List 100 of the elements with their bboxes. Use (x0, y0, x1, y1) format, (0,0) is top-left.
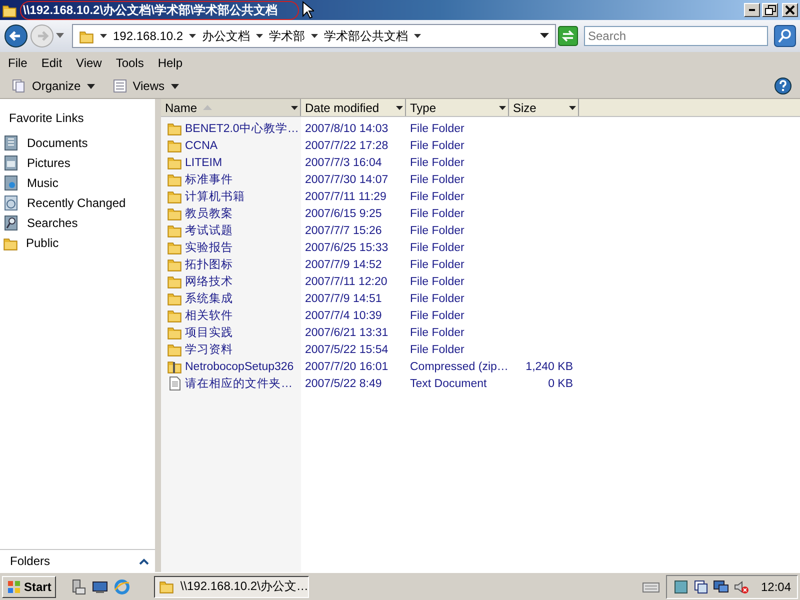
server-manager-icon[interactable] (70, 578, 86, 594)
dropdown-arrow-icon[interactable] (499, 106, 506, 110)
search-icon[interactable] (774, 25, 796, 47)
clock: 12:04 (760, 580, 791, 594)
file-name[interactable]: 计算机书籍 (185, 189, 245, 204)
sidebar-item[interactable]: Searches (0, 213, 155, 233)
network-icon[interactable] (712, 578, 729, 594)
file-name[interactable]: 系统集成 (185, 291, 233, 306)
folder-icon (159, 579, 174, 594)
date-cell: 2007/5/22 8:49 (305, 378, 382, 390)
breadcrumb-item[interactable]: 办公文档 (202, 28, 250, 44)
file-name[interactable]: 学习资料 (185, 342, 233, 357)
dropdown-arrow-icon[interactable] (256, 34, 264, 38)
column-header[interactable]: Date modified (301, 99, 406, 116)
folder-icon (167, 138, 182, 153)
dropdown-arrow-icon[interactable] (189, 34, 196, 38)
sidebar-item[interactable]: Music (0, 173, 155, 193)
keyboard-icon[interactable] (642, 580, 660, 594)
breadcrumb-item[interactable]: 学术部 (269, 28, 306, 44)
menu-item[interactable]: Edit (41, 56, 62, 70)
column-header[interactable]: Name (161, 99, 301, 116)
refresh-icon[interactable] (558, 26, 578, 46)
minimize-button[interactable] (744, 3, 760, 17)
address-bar[interactable]: 192.168.10.2 办公文档 学术部 学术部公共文档 (72, 24, 556, 48)
file-name[interactable]: 教员教案 (185, 206, 233, 221)
dropdown-arrow-icon[interactable] (396, 106, 403, 110)
dropdown-arrow-icon[interactable] (414, 34, 422, 38)
dropdown-arrow-icon[interactable] (100, 34, 107, 38)
file-name[interactable]: 标准事件 (185, 172, 233, 187)
file-name[interactable]: LITEIM (185, 156, 222, 168)
folder-icon (167, 206, 182, 221)
help-icon[interactable] (774, 77, 792, 95)
breadcrumb-item[interactable]: 学术部公共文档 (324, 28, 408, 44)
mouse-cursor-icon (302, 1, 314, 19)
speaker-muted-icon[interactable] (732, 578, 749, 594)
size-cell: 0 KB (548, 378, 573, 390)
organize-button[interactable]: Organize (8, 79, 99, 93)
dropdown-arrow-icon[interactable] (311, 34, 318, 38)
folder-icon (167, 342, 182, 357)
menu-item[interactable]: View (76, 56, 102, 70)
picture-icon (3, 155, 19, 171)
clock-page-icon (3, 195, 19, 211)
document-icon (3, 135, 19, 151)
file-name[interactable]: 项目实践 (185, 325, 233, 340)
file-name[interactable]: 考试试题 (185, 223, 233, 238)
sidebar-item[interactable]: Recently Changed (0, 193, 155, 213)
menu-item[interactable]: Tools (116, 56, 144, 70)
menu-item[interactable]: File (8, 56, 28, 70)
date-cell: 2007/6/25 15:33 (305, 242, 388, 254)
file-name[interactable]: NetrobocopSetup326 (185, 360, 294, 372)
date-cell: 2007/7/4 10:39 (305, 310, 382, 322)
sidebar-item[interactable]: Pictures (0, 153, 155, 173)
type-cell: File Folder (410, 224, 464, 236)
dropdown-arrow-icon[interactable] (540, 33, 549, 39)
close-button[interactable] (782, 3, 798, 17)
dropdown-arrow-icon (170, 84, 178, 88)
folder-icon (79, 28, 94, 44)
type-cell: File Folder (410, 258, 464, 270)
restore-button[interactable] (762, 3, 778, 17)
file-name[interactable]: 请在相应的文件夹… (185, 376, 292, 391)
date-cell: 2007/7/9 14:51 (305, 292, 382, 304)
desktop-icon[interactable] (92, 578, 108, 594)
windows-icon[interactable] (692, 578, 709, 594)
folder-icon (167, 274, 182, 289)
type-cell: File Folder (410, 190, 464, 202)
file-name[interactable]: 拓扑图标 (185, 257, 233, 272)
minimize-icon (749, 9, 755, 11)
search-field[interactable]: Search (584, 26, 768, 46)
type-cell: File Folder (410, 310, 464, 322)
text-document-icon (167, 376, 182, 391)
date-cell: 2007/7/3 16:04 (305, 156, 382, 168)
file-name[interactable]: 网络技术 (185, 274, 233, 289)
breadcrumb-item[interactable]: 192.168.10.2 (113, 29, 184, 43)
magnifier-page-icon (3, 215, 19, 231)
dropdown-arrow-icon[interactable] (291, 106, 298, 110)
taskbar-window-button[interactable]: \\192.168.10.2\办公文… (154, 576, 310, 598)
dropdown-arrow-icon (86, 84, 95, 88)
start-button[interactable]: Start (2, 576, 56, 598)
sidebar-item[interactable]: Documents (0, 133, 155, 153)
views-button[interactable]: Views (108, 79, 182, 93)
file-name[interactable]: 相关软件 (185, 308, 233, 323)
menu-item[interactable]: Help (158, 56, 183, 70)
type-cell: File Folder (410, 174, 464, 186)
back-button-icon[interactable] (4, 24, 28, 48)
chevron-up-icon (139, 558, 149, 564)
file-name[interactable]: 实验报告 (185, 240, 233, 255)
file-name[interactable]: BENET2.0中心教学… (185, 121, 299, 136)
file-name[interactable]: CCNA (185, 140, 218, 152)
close-icon (785, 5, 795, 15)
dropdown-arrow-icon[interactable] (569, 106, 576, 110)
folder-icon (2, 2, 17, 18)
zip-folder-icon (167, 359, 182, 374)
column-header[interactable]: Size (509, 99, 579, 116)
folder-icon (167, 172, 182, 187)
sidebar-item[interactable]: Public (0, 233, 155, 253)
type-cell: File Folder (410, 292, 464, 304)
sort-arrow-icon (203, 105, 212, 110)
pages-icon (12, 79, 26, 93)
date-cell: 2007/6/21 13:31 (305, 326, 388, 338)
column-header[interactable]: Type (406, 99, 509, 116)
